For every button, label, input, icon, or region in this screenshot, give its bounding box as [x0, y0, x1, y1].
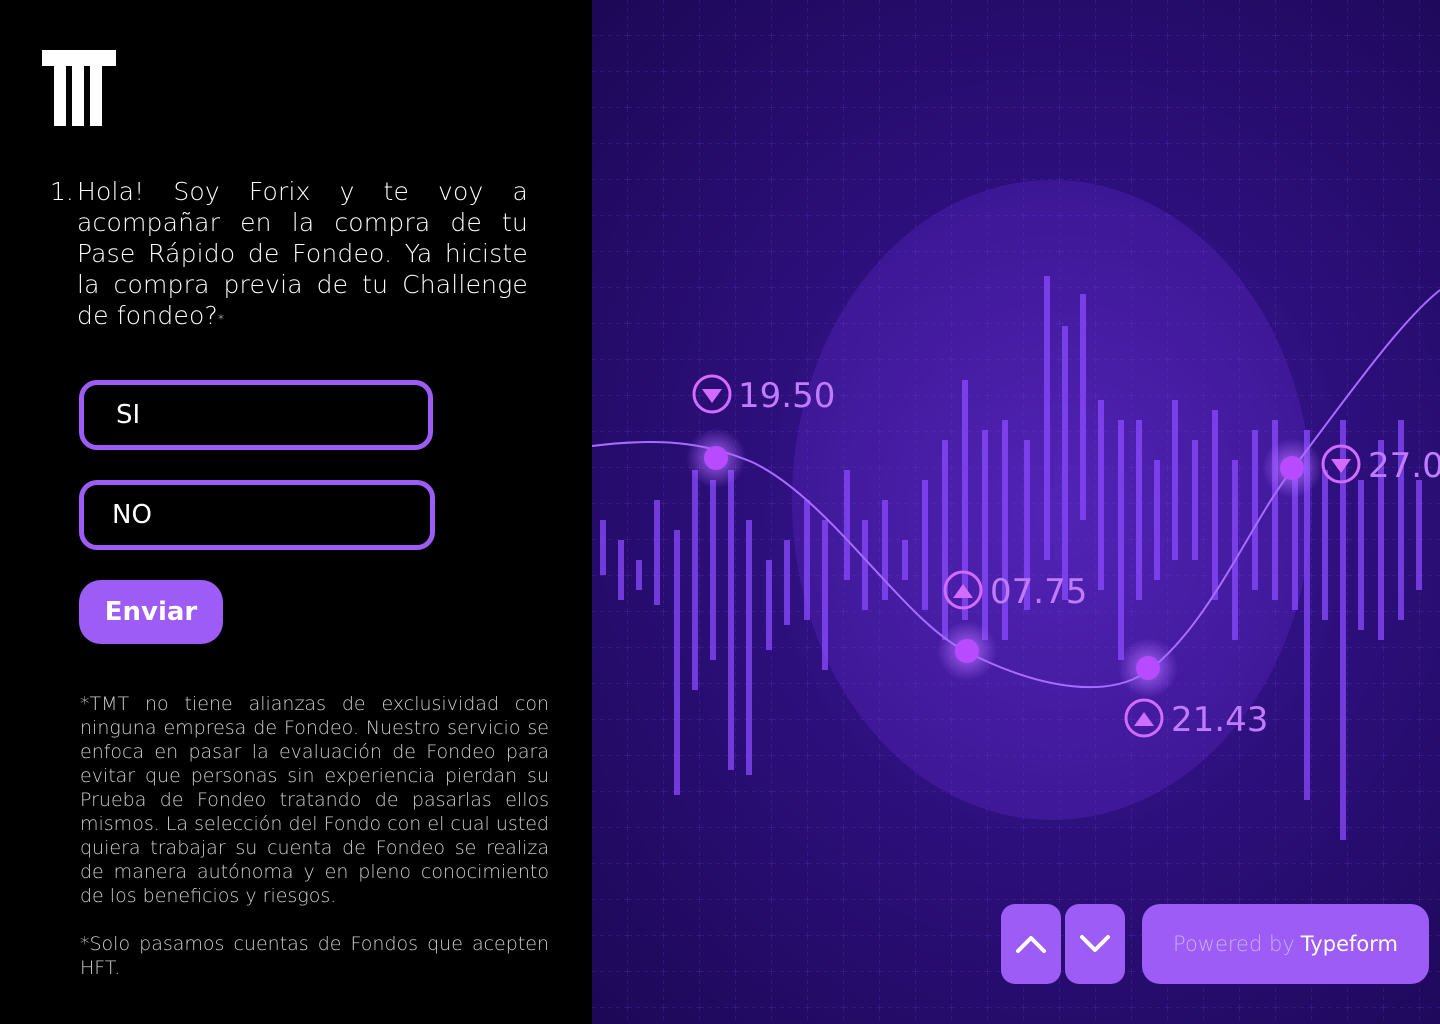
- previous-question-button[interactable]: [1001, 904, 1061, 984]
- question-text: Hola! Soy Forix y te voy a acompañar en …: [77, 177, 528, 330]
- chart-bar: [1192, 440, 1198, 560]
- price-label-2: 07.75: [990, 572, 1087, 612]
- next-question-button[interactable]: [1065, 904, 1125, 984]
- chart-bar: [654, 500, 660, 605]
- chart-bar: [1154, 460, 1160, 580]
- chart-bar: [784, 540, 790, 625]
- question-text-wrapper: Hola! Soy Forix y te voy a acompañar en …: [77, 176, 528, 331]
- chart-bar: [1358, 480, 1364, 630]
- submit-button[interactable]: Enviar: [79, 580, 223, 644]
- question-number: 1.: [50, 177, 74, 206]
- chevron-down-icon: [1080, 935, 1110, 952]
- chart-bar: [766, 560, 772, 650]
- chart-bar: [1322, 470, 1328, 620]
- trading-chart-illustration: 19.50 07.75 21.43 27.0: [592, 0, 1440, 1024]
- price-label-1: 19.50: [738, 376, 835, 416]
- tmt-logo-icon: [42, 50, 116, 126]
- chart-bar: [982, 430, 988, 640]
- chart-bar: [1080, 294, 1086, 520]
- chart-bar: [962, 380, 968, 620]
- chart-bar: [746, 520, 752, 775]
- chart-bar: [1252, 430, 1258, 590]
- chart-bar: [1172, 400, 1178, 560]
- chart-bar: [636, 560, 642, 590]
- chart-bar: [710, 480, 716, 660]
- price-label-3: 21.43: [1171, 700, 1268, 740]
- choice-no[interactable]: NO: [79, 480, 435, 550]
- choice-si-label: SI: [116, 400, 141, 430]
- chart-bar: [1232, 460, 1238, 640]
- powered-by-prefix: Powered by: [1173, 932, 1295, 956]
- chart-bar: [942, 440, 948, 640]
- chart-bar: [618, 540, 624, 600]
- chart-bar: [844, 470, 850, 580]
- chart-bar: [922, 480, 928, 610]
- chart-bar: [674, 530, 680, 795]
- powered-by-typeform-link[interactable]: Powered by Typeform: [1142, 904, 1429, 984]
- chart-bar: [1118, 420, 1124, 660]
- chart-bar: [804, 500, 810, 620]
- price-label-4: 27.0: [1368, 446, 1440, 486]
- chart-bar: [822, 520, 828, 670]
- choice-si[interactable]: SI: [79, 380, 433, 450]
- chart-bar: [902, 540, 908, 580]
- chart-bar: [1044, 276, 1050, 560]
- disclaimer: *TMT no tiene alianzas de exclusividad c…: [80, 692, 549, 980]
- chart-bar: [1136, 420, 1142, 600]
- chart-bar: [1212, 410, 1218, 600]
- chart-bar: [1062, 326, 1068, 600]
- chart-bar: [600, 520, 606, 575]
- chart-bar: [692, 470, 698, 690]
- chart-bar: [862, 520, 868, 610]
- chevron-up-icon: [1016, 936, 1046, 953]
- chart-bar: [882, 500, 888, 600]
- form-panel: 1. Hola! Soy Forix y te voy a acompañar …: [0, 0, 592, 1024]
- question-block: 1. Hola! Soy Forix y te voy a acompañar …: [50, 176, 528, 331]
- disclaimer-paragraph: *TMT no tiene alianzas de exclusividad c…: [80, 693, 549, 907]
- choice-no-label: NO: [112, 500, 152, 530]
- chart-bar: [1416, 480, 1422, 590]
- background-image: 19.50 07.75 21.43 27.0: [592, 0, 1440, 1024]
- chart-bar: [1098, 400, 1104, 590]
- typeform-brand: Typeform: [1300, 932, 1398, 956]
- required-mark: *: [217, 312, 225, 326]
- chart-bar: [728, 470, 734, 770]
- disclaimer-paragraph: *Solo pasamos cuentas de Fondos que acep…: [80, 933, 549, 979]
